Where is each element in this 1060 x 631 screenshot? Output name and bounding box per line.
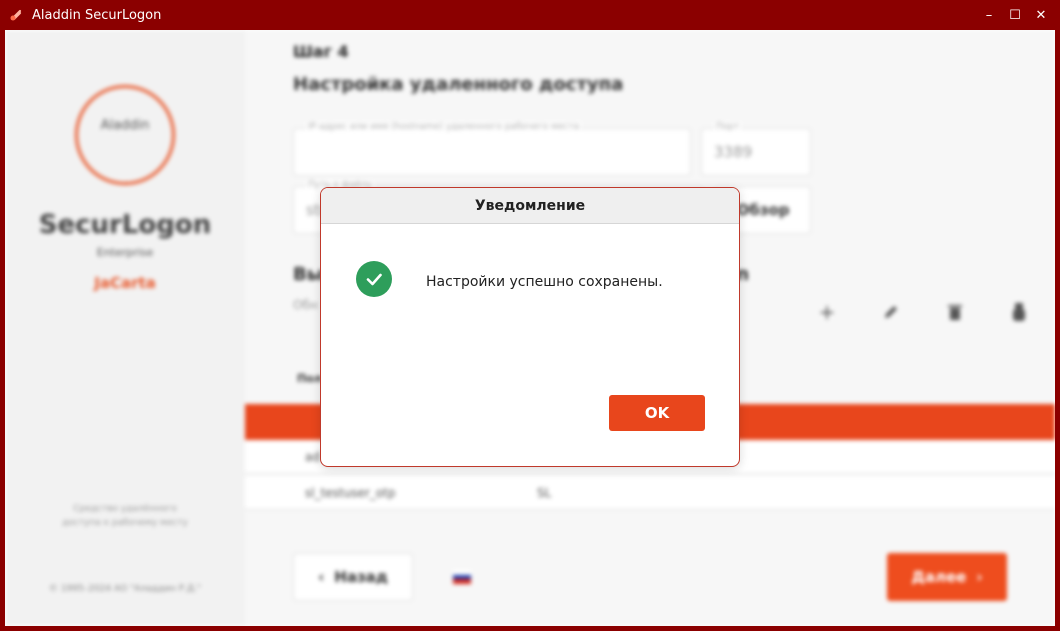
minimize-icon[interactable]: – — [976, 2, 1002, 28]
port-field[interactable]: Порт 3389 — [701, 122, 811, 176]
window-controls: – ☐ ✕ — [976, 0, 1054, 30]
success-check-icon — [356, 261, 392, 297]
table-cell: ad — [305, 450, 320, 464]
dialog-message: Настройки успешно сохранены. — [426, 274, 663, 290]
notification-dialog: Уведомление Настройки успешно сохранены.… — [320, 187, 740, 467]
port-field-label: Порт — [714, 122, 742, 132]
section-title-start: Вы — [293, 264, 323, 285]
step-label: Шаг 4 — [293, 42, 349, 61]
brand-edition: Enterprise — [96, 246, 154, 259]
title-bar: Aladdin SecurLogon – ☐ ✕ — [0, 0, 1060, 30]
table-row[interactable]: sl_testuser_otp SL — [245, 476, 1055, 510]
sidebar-note: Средство удалённого доступа к рабочему м… — [62, 504, 188, 528]
back-button[interactable]: ‹ Назад — [293, 553, 413, 601]
sidebar: Aladdin SecurLogon Enterprise JaCarta Ср… — [5, 30, 245, 626]
window-title: Aladdin SecurLogon — [32, 7, 162, 23]
copyright: © 1995–2024 АО "Аладдин Р.Д." — [48, 584, 202, 594]
maximize-icon[interactable]: ☐ — [1002, 2, 1028, 28]
brand-product: JaCarta — [94, 274, 156, 292]
next-button[interactable]: Далее › — [887, 553, 1007, 601]
next-button-label: Далее — [911, 568, 967, 586]
language-flag-icon[interactable] — [453, 570, 471, 584]
chevron-right-icon: › — [976, 568, 983, 586]
token-icon[interactable] — [1007, 300, 1031, 324]
address-field[interactable]: IP-адрес или имя (hostname) удаленного р… — [293, 122, 691, 176]
logo — [75, 85, 175, 185]
app-icon — [8, 7, 24, 23]
table-cell: sl_testuser_otp — [305, 486, 396, 500]
app-window: Aladdin SecurLogon Enterprise JaCarta Ср… — [5, 30, 1055, 626]
add-icon[interactable]: + — [815, 300, 839, 324]
table-cell: SL — [537, 486, 552, 500]
chevron-left-icon: ‹ — [318, 568, 325, 586]
edit-icon[interactable] — [879, 300, 903, 324]
close-icon[interactable]: ✕ — [1028, 2, 1054, 28]
column-header: Пол — [297, 372, 322, 385]
dialog-title: Уведомление — [321, 188, 739, 224]
section-description: Обн — [293, 298, 318, 312]
ok-button[interactable]: OK — [609, 395, 705, 431]
brand-name: SecurLogon — [38, 210, 212, 240]
page-heading: Настройка удаленного доступа — [293, 74, 624, 95]
delete-icon[interactable] — [943, 300, 967, 324]
port-field-value: 3389 — [714, 143, 753, 161]
address-field-label: IP-адрес или имя (hostname) удаленного р… — [306, 122, 581, 132]
back-button-label: Назад — [334, 568, 388, 586]
table-toolbar: + — [815, 300, 1031, 324]
logo-text: Aladdin — [100, 118, 150, 133]
